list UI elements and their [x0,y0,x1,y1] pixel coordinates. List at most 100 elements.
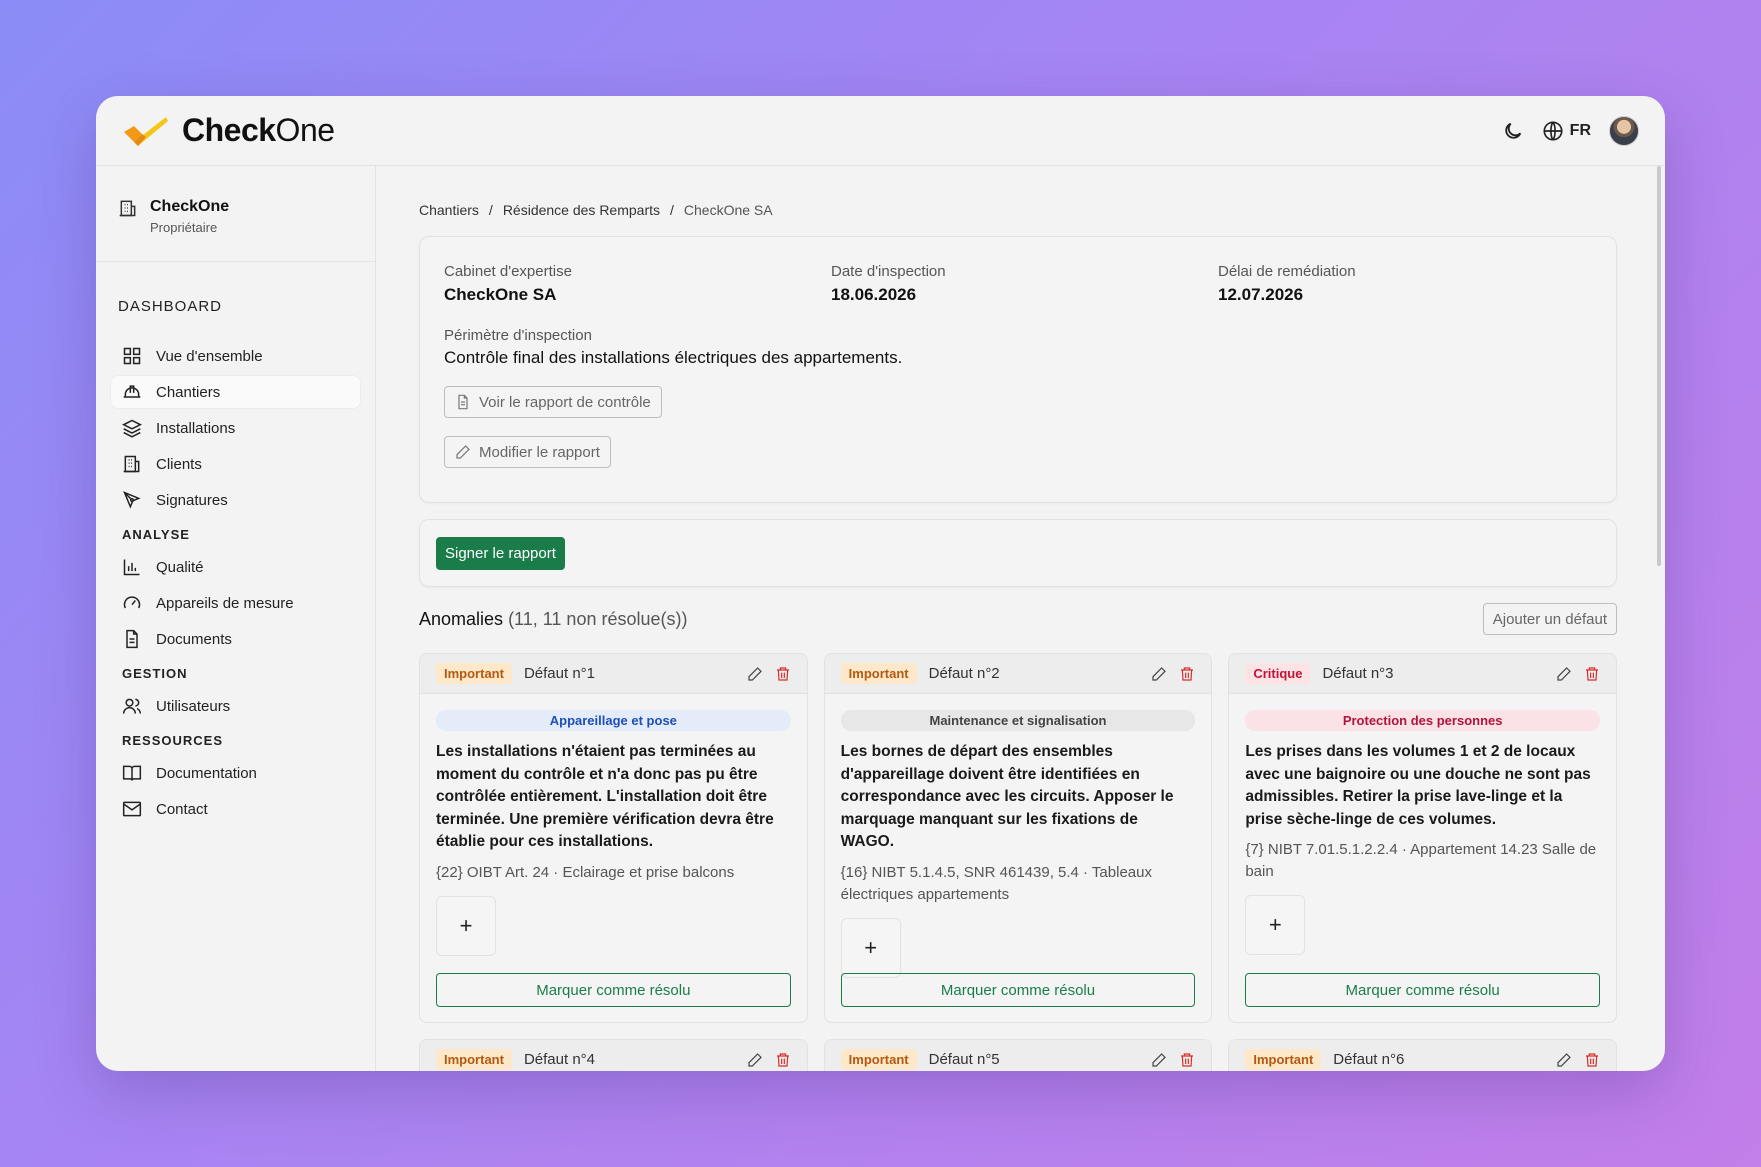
view-report-button[interactable]: Voir le rapport de contrôle [444,386,662,418]
moon-icon[interactable] [1502,120,1524,142]
app-window: CheckOne FR CheckOne Propriétaire DASHBO… [96,96,1665,1071]
sidebar-item-label: Chantiers [156,383,221,401]
nav-analyse: Qualité Appareils de mesure Documents [96,550,375,656]
severity-badge: Important [1245,1049,1322,1070]
edit-icon[interactable] [1556,1052,1572,1068]
edit-icon[interactable] [747,1052,763,1068]
edit-icon[interactable] [747,666,763,682]
defects-grid: Important Défaut n°1 Appareillage et pos… [419,653,1617,1071]
sidebar-item-appareils[interactable]: Appareils de mesure [110,586,361,620]
brand-name: CheckOne [182,112,335,148]
sidebar-item-label: Installations [156,419,236,437]
breadcrumb-residence[interactable]: Résidence des Remparts [503,202,660,218]
category-badge: Maintenance et signalisation [840,710,1196,731]
date-field: Date d'inspection 18.06.2026 [831,263,1218,305]
defect-title: Défaut n°6 [1333,1051,1405,1068]
sidebar-item-clients[interactable]: Clients [110,447,361,481]
sidebar-item-label: Documentation [156,764,257,782]
defect-description: Les prises dans les volumes 1 et 2 de lo… [1245,743,1591,828]
language-switcher[interactable]: FR [1542,120,1591,142]
mark-resolved-button[interactable]: Marquer comme résolu [1245,973,1600,1007]
org-switcher[interactable]: CheckOne Propriétaire [96,166,375,262]
defect-card: Important Défaut n°6 [1228,1039,1617,1071]
section-title-analyse: ANALYSE [122,527,190,542]
cabinet-label: Cabinet d'expertise [444,263,572,280]
sign-card: Signer le rapport [419,519,1617,587]
view-report-label: Voir le rapport de contrôle [479,393,651,411]
sidebar-item-label: Appareils de mesure [156,594,294,612]
breadcrumb-current: CheckOne SA [683,202,773,218]
date-label: Date d'inspection [831,263,946,280]
breadcrumb-chantiers[interactable]: Chantiers [419,202,479,218]
severity-badge: Critique [1245,663,1311,684]
grid-icon [123,347,141,365]
layers-icon [122,419,142,438]
cabinet-field: Cabinet d'expertise CheckOne SA [444,263,831,305]
add-photo-button[interactable]: + [840,917,901,978]
sidebar-item-documentation[interactable]: Documentation [110,756,361,790]
edit-icon[interactable] [1556,666,1572,682]
users-icon [122,698,142,714]
cabinet-value: CheckOne SA [444,285,557,304]
trash-icon[interactable] [1584,666,1600,682]
add-photo-button[interactable]: + [436,895,496,956]
sidebar-item-chantiers[interactable]: Chantiers [110,375,361,409]
nav-gestion: Utilisateurs [96,689,375,723]
language-label: FR [1569,121,1591,139]
trash-icon[interactable] [775,666,791,682]
section-title-dashboard: DASHBOARD [118,298,223,315]
plus-icon: + [864,934,878,960]
sidebar-item-contact[interactable]: Contact [110,792,361,826]
trash-icon[interactable] [1179,1052,1195,1068]
sidebar-item-label: Clients [156,455,202,473]
plus-icon: + [459,912,473,938]
top-bar: CheckOne FR [96,96,1665,166]
pen-tool-icon [123,491,141,509]
defect-card-header: Important Défaut n°1 [420,654,807,694]
anomalies-header: Anomalies (11, 11 non résolue(s)) Ajoute… [419,603,1617,635]
defect-card: Important Défaut n°2 Maintenance et sign… [823,653,1213,1023]
sidebar-item-label: Contact [156,800,208,818]
sidebar-item-installations[interactable]: Installations [110,411,361,445]
scope-value: Contrôle final des installations électri… [444,348,903,367]
sidebar-item-utilisateurs[interactable]: Utilisateurs [110,689,361,723]
checkmark-logo-icon [124,116,168,146]
sidebar-item-label: Vue d'ensemble [156,347,263,365]
scrollbar[interactable] [1657,166,1661,566]
anomalies-title: Anomalies (11, 11 non résolue(s)) [419,608,688,629]
severity-badge: Important [840,1049,917,1070]
breadcrumb-separator: / [670,202,674,218]
edit-icon[interactable] [1151,1052,1167,1068]
defect-card-header: Important Défaut n°6 [1229,1040,1616,1071]
add-photo-button[interactable]: + [1245,895,1306,955]
section-title-ressources: RESSOURCES [122,733,224,748]
trash-icon[interactable] [775,1052,791,1068]
defect-card-header: Important Défaut n°5 [824,1040,1212,1071]
sidebar-item-qualite[interactable]: Qualité [110,550,361,584]
defect-card: Important Défaut n°1 Appareillage et pos… [419,653,808,1023]
sidebar-item-signatures[interactable]: Signatures [110,483,361,517]
add-defect-button[interactable]: Ajouter un défaut [1482,603,1617,635]
sidebar-item-label: Signatures [156,491,228,509]
delai-label: Délai de remédiation [1218,263,1356,280]
edit-report-button[interactable]: Modifier le rapport [444,436,611,468]
book-icon [122,765,142,781]
org-name: CheckOne [150,198,230,215]
sign-report-button[interactable]: Signer le rapport [436,536,565,570]
edit-icon[interactable] [1151,666,1167,682]
defect-card-header: Important Défaut n°4 [420,1040,807,1071]
date-value: 18.06.2026 [831,285,917,304]
sidebar-item-label: Utilisateurs [156,697,231,715]
sidebar-item-documents[interactable]: Documents [110,622,361,656]
user-avatar[interactable] [1609,115,1639,146]
document-icon [126,629,138,649]
mark-resolved-button[interactable]: Marquer comme résolu [436,973,791,1007]
inspection-info-card: Cabinet d'expertise CheckOne SA Date d'i… [419,236,1617,503]
trash-icon[interactable] [1584,1052,1600,1068]
brand-logo[interactable]: CheckOne [122,112,335,149]
defect-title: Défaut n°1 [523,665,595,682]
severity-badge: Important [840,663,917,684]
sidebar-item-overview[interactable]: Vue d'ensemble [110,339,361,373]
mark-resolved-button[interactable]: Marquer comme résolu [840,973,1196,1007]
trash-icon[interactable] [1179,666,1195,682]
